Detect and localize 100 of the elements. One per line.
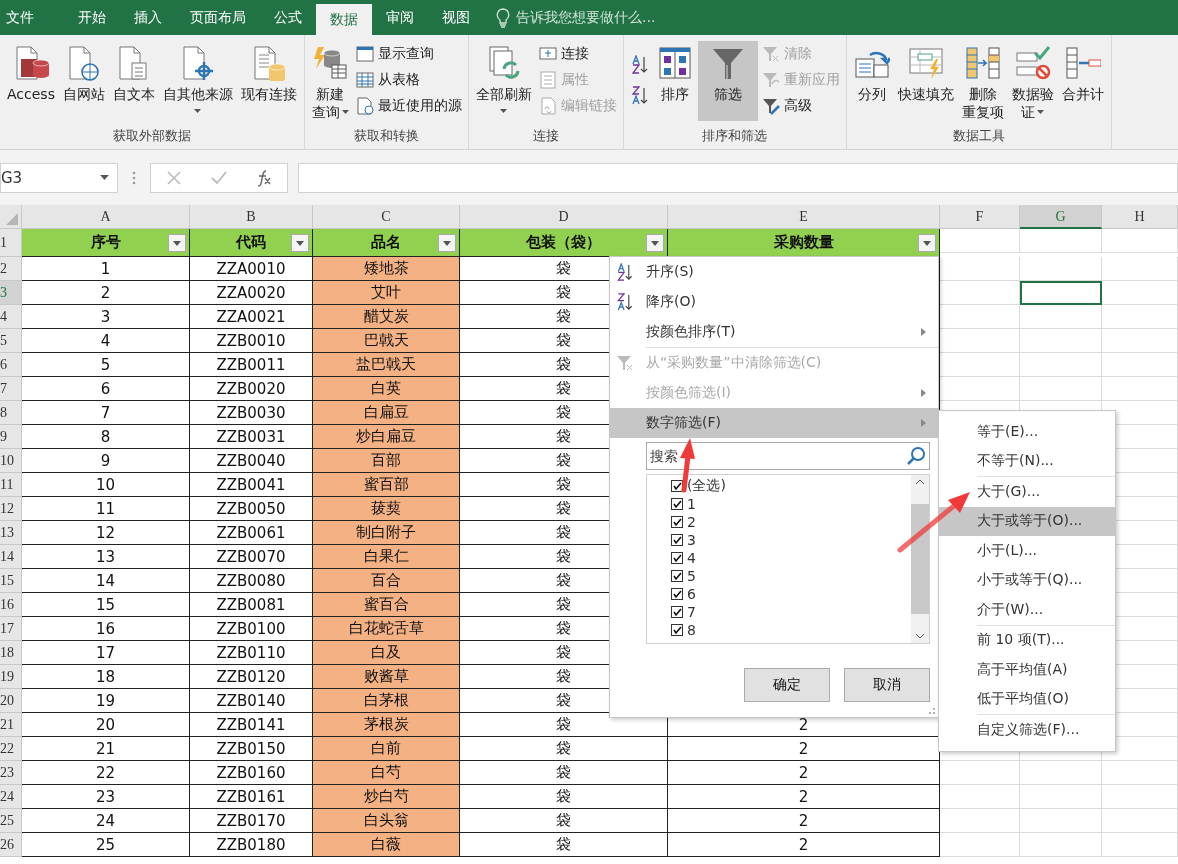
- ribbon-button[interactable]: 显示查询: [353, 43, 464, 65]
- row-header[interactable]: 17: [0, 617, 22, 641]
- menu-item[interactable]: 大于(G)...: [939, 477, 1115, 507]
- row-header[interactable]: 23: [0, 761, 22, 785]
- menu-item[interactable]: 小于(L)...: [939, 536, 1115, 566]
- table-cell: 22: [22, 761, 190, 785]
- row-header[interactable]: 22: [0, 737, 22, 761]
- checkbox-label[interactable]: 8: [687, 622, 696, 638]
- table-cell: 盐巴戟天: [313, 353, 460, 377]
- ribbon-button[interactable]: 自网站: [59, 41, 108, 121]
- ribbon-button[interactable]: 分列: [850, 41, 893, 121]
- checkbox-label[interactable]: 3: [687, 532, 696, 548]
- table-cell: 20: [22, 713, 190, 737]
- row-header[interactable]: 14: [0, 545, 22, 569]
- row-header[interactable]: 8: [0, 401, 22, 425]
- menu-item[interactable]: 小于或等于(Q)...: [939, 565, 1115, 595]
- menu-item[interactable]: 高于平均值(A): [939, 655, 1115, 685]
- row-header[interactable]: 7: [0, 377, 22, 401]
- menu-item[interactable]: 前 10 项(T)...: [939, 625, 1115, 655]
- table-cell: 11: [22, 497, 190, 521]
- table-cell: 袋: [460, 833, 668, 857]
- row-header[interactable]: 18: [0, 641, 22, 665]
- ribbon-button[interactable]: 连接: [536, 43, 619, 65]
- dialog-button[interactable]: 确定: [744, 668, 830, 702]
- menu-item[interactable]: 不等于(N)...: [939, 446, 1115, 476]
- column-header[interactable]: A: [22, 205, 190, 229]
- ribbon-button[interactable]: 数据验 证: [1008, 41, 1057, 123]
- table-cell: 24: [22, 809, 190, 833]
- ribbon-button[interactable]: 自其他来源: [159, 41, 236, 121]
- ribbon-button[interactable]: 自文本: [109, 41, 158, 121]
- menu-item[interactable]: 等于(E)...: [939, 417, 1115, 447]
- ribbon-button[interactable]: 现有连接: [237, 41, 300, 121]
- ribbon-button[interactable]: 合并计: [1058, 41, 1107, 121]
- row-header[interactable]: 2: [0, 257, 22, 281]
- ribbon-button[interactable]: 筛选: [697, 41, 758, 121]
- menu-item[interactable]: 介于(W)...: [939, 595, 1115, 625]
- row-header[interactable]: 12: [0, 497, 22, 521]
- table-cell: 白芍: [313, 761, 460, 785]
- ribbon-button[interactable]: 最近使用的源: [353, 95, 464, 117]
- ribbon-button[interactable]: 全部刷新: [472, 41, 535, 121]
- ribbon-button[interactable]: 快速填充: [894, 41, 957, 121]
- table-cell: 炒白芍: [313, 785, 460, 809]
- column-header[interactable]: C: [313, 205, 460, 229]
- checkbox-label[interactable]: (全选): [687, 477, 726, 495]
- row-header[interactable]: 10: [0, 449, 22, 473]
- ribbon-button[interactable]: Access: [4, 41, 58, 121]
- row-header[interactable]: 20: [0, 689, 22, 713]
- ribbon-button[interactable]: 从表格: [353, 69, 464, 91]
- column-header[interactable]: H: [1102, 205, 1178, 229]
- column-header[interactable]: G: [1020, 205, 1102, 229]
- ribbon-tab[interactable]: 文件: [0, 0, 44, 35]
- ribbon-tab[interactable]: 页面布局: [176, 0, 260, 35]
- ribbon-tab[interactable]: 审阅: [372, 0, 428, 35]
- row-header[interactable]: 25: [0, 809, 22, 833]
- menu-item[interactable]: 低于平均值(O): [939, 684, 1115, 714]
- ribbon-button[interactable]: 高级: [759, 95, 842, 117]
- row-header[interactable]: 5: [0, 329, 22, 353]
- row-header[interactable]: 1: [0, 229, 22, 257]
- ribbon-tab[interactable]: 插入: [120, 0, 176, 35]
- row-header[interactable]: 26: [0, 833, 22, 857]
- checkbox-label[interactable]: 7: [687, 604, 696, 620]
- ribbon-button[interactable]: 删除 重复项: [958, 41, 1007, 123]
- tell-me-field[interactable]: 告诉我您想要做什么...: [516, 8, 656, 27]
- checkbox-label[interactable]: 5: [687, 568, 696, 584]
- ribbon-tab[interactable]: 公式: [260, 0, 316, 35]
- table-cell: 2: [668, 785, 940, 809]
- row-header[interactable]: 9: [0, 425, 22, 449]
- row-header[interactable]: 16: [0, 593, 22, 617]
- column-header[interactable]: F: [940, 205, 1020, 229]
- menu-item[interactable]: 数字筛选(F): [610, 408, 938, 438]
- row-header[interactable]: 19: [0, 665, 22, 689]
- row-header[interactable]: 6: [0, 353, 22, 377]
- row-header[interactable]: 4: [0, 305, 22, 329]
- column-header[interactable]: E: [668, 205, 940, 229]
- ribbon-button[interactable]: 排序: [653, 41, 696, 121]
- table-cell: 茅根炭: [313, 713, 460, 737]
- row-header[interactable]: 3: [0, 281, 22, 305]
- row-header[interactable]: 11: [0, 473, 22, 497]
- dialog-button[interactable]: 取消: [844, 668, 930, 702]
- row-header[interactable]: 24: [0, 785, 22, 809]
- row-header[interactable]: 15: [0, 569, 22, 593]
- table-cell: 白及: [313, 641, 460, 665]
- ribbon-tab[interactable]: 视图: [428, 0, 484, 35]
- checkbox-label[interactable]: 6: [687, 586, 696, 602]
- checkbox-label[interactable]: 1: [687, 496, 696, 512]
- table-cell: 白薇: [313, 833, 460, 857]
- column-header[interactable]: B: [190, 205, 313, 229]
- table-cell: 2: [668, 761, 940, 785]
- ribbon-tab[interactable]: 数据: [316, 4, 372, 35]
- search-field[interactable]: 搜索: [646, 442, 930, 470]
- name-box[interactable]: G3: [0, 162, 118, 193]
- menu-item[interactable]: 自定义筛选(F)...: [939, 715, 1115, 745]
- checkbox-label[interactable]: 4: [687, 550, 696, 566]
- row-header[interactable]: 13: [0, 521, 22, 545]
- ribbon-button[interactable]: 新建 查询: [308, 41, 352, 123]
- ribbon-tab[interactable]: 开始: [64, 0, 120, 35]
- row-header[interactable]: 21: [0, 713, 22, 737]
- menu-item[interactable]: 大于或等于(O)...: [939, 506, 1115, 536]
- column-header[interactable]: D: [460, 205, 668, 229]
- checkbox-label[interactable]: 2: [687, 514, 696, 530]
